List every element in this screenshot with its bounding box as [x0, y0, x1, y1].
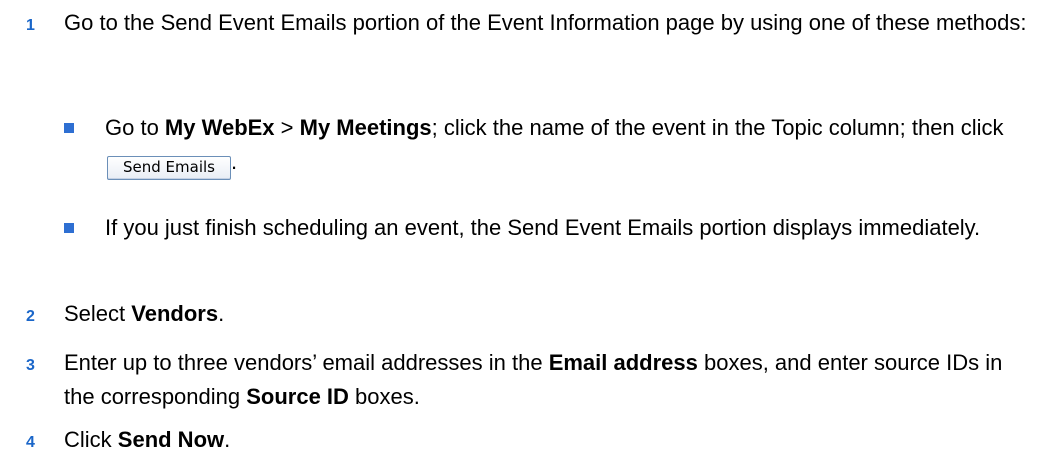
menu-path-my-webex: My WebEx [164, 115, 275, 140]
step-number: 2 [26, 308, 35, 325]
email-address-label: Email address [548, 350, 698, 375]
step-text: Enter up to three vendors’ email address… [64, 350, 1003, 409]
send-emails-button[interactable]: Send Emails [107, 156, 231, 180]
step-number: 3 [26, 357, 35, 374]
vendors-option: Vendors [131, 301, 219, 326]
source-id-label: Source ID [246, 384, 349, 409]
menu-path-my-meetings: My Meetings [299, 115, 432, 140]
bullet-item-1: Go to My WebEx > My Meetings; click the … [105, 111, 1032, 180]
step-text: Go to the Send Event Emails portion of t… [64, 10, 1027, 35]
send-now-label: Send Now [117, 427, 225, 452]
step-number: 1 [26, 17, 35, 34]
step-text: Click Send Now. [64, 427, 231, 452]
bullet-marker [64, 123, 74, 133]
step-text: Select Vendors. [64, 301, 225, 326]
bullet-marker [64, 223, 74, 233]
step-number: 4 [26, 434, 35, 451]
bullet-item-2: If you just finish scheduling an event, … [105, 215, 981, 240]
